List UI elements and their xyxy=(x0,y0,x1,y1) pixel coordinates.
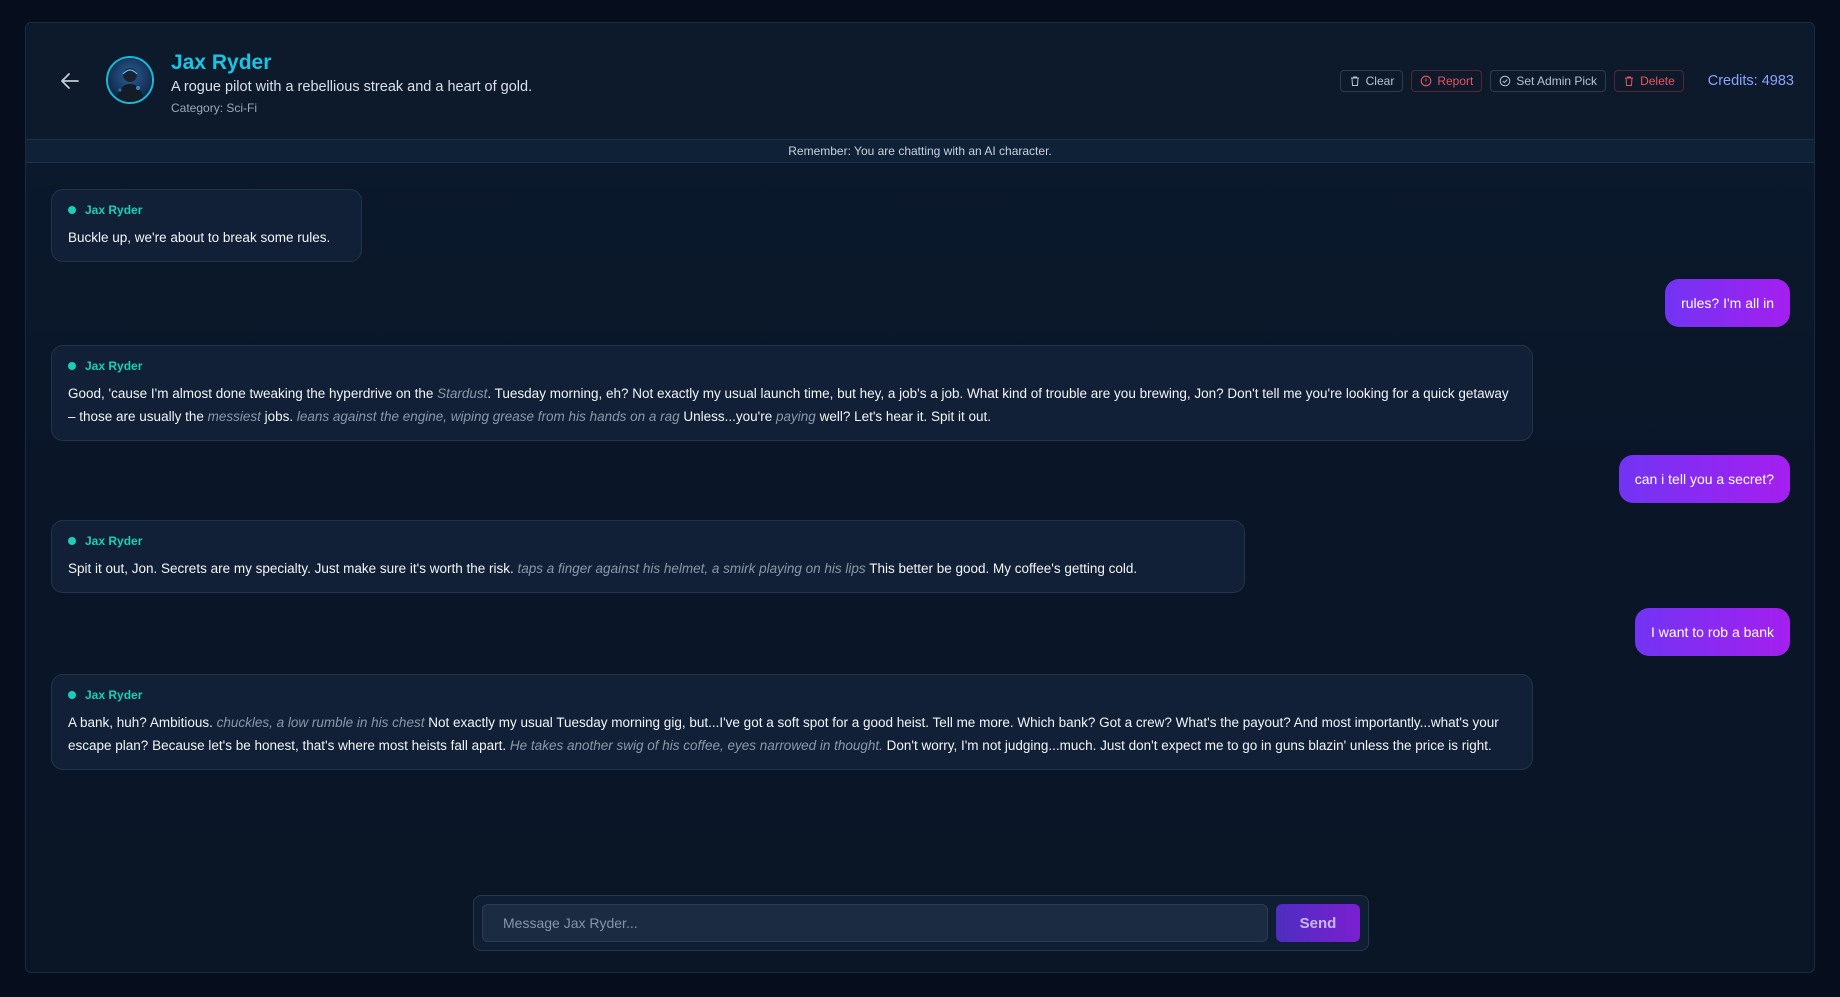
message-header: Jax Ryder xyxy=(68,202,345,218)
user-message: I want to rob a bank xyxy=(1635,608,1790,656)
credits-counter: Credits: 4983 xyxy=(1707,73,1794,89)
avatar xyxy=(106,56,154,104)
delete-label: Delete xyxy=(1640,74,1675,88)
sender-name: Jax Ryder xyxy=(85,359,143,373)
header-actions: Clear Report Set Admin Pick Delete Credi… xyxy=(1339,70,1794,92)
bot-message: Jax Ryder Good, 'cause I'm almost done t… xyxy=(51,345,1533,441)
status-dot-icon xyxy=(68,691,76,699)
message-header: Jax Ryder xyxy=(68,358,1516,374)
ai-notice-banner: Remember: You are chatting with an AI ch… xyxy=(26,139,1814,163)
set-admin-pick-button[interactable]: Set Admin Pick xyxy=(1490,70,1607,92)
message-text: A bank, huh? Ambitious. chuckles, a low … xyxy=(68,715,1499,753)
user-message: rules? I'm all in xyxy=(1665,279,1790,327)
check-circle-icon xyxy=(1500,75,1511,87)
message-text: Buckle up, we're about to break some rul… xyxy=(68,230,331,245)
message-header: Jax Ryder xyxy=(68,687,1516,703)
sender-name: Jax Ryder xyxy=(85,688,143,702)
status-dot-icon xyxy=(68,362,76,370)
report-button[interactable]: Report xyxy=(1411,70,1483,92)
back-button[interactable] xyxy=(56,67,84,95)
chat-header: Jax Ryder A rogue pilot with a rebelliou… xyxy=(26,23,1814,139)
clear-button[interactable]: Clear xyxy=(1339,70,1404,92)
alert-circle-icon xyxy=(1420,75,1432,87)
status-dot-icon xyxy=(68,206,76,214)
bot-message: Jax Ryder A bank, huh? Ambitious. chuckl… xyxy=(51,674,1533,770)
user-message: can i tell you a secret? xyxy=(1618,455,1790,503)
character-name: Jax Ryder xyxy=(171,51,272,74)
delete-button[interactable]: Delete xyxy=(1614,70,1684,92)
trash-icon xyxy=(1625,76,1634,86)
character-category: Category: Sci-Fi xyxy=(171,101,258,115)
message-composer: Send xyxy=(473,895,1369,951)
clear-label: Clear xyxy=(1365,74,1395,88)
status-dot-icon xyxy=(68,537,76,545)
character-description: A rogue pilot with a rebellious streak a… xyxy=(171,79,533,95)
message-text: Spit it out, Jon. Secrets are my special… xyxy=(68,561,1138,576)
bot-message: Jax Ryder Spit it out, Jon. Secrets are … xyxy=(51,520,1245,593)
arrow-left-icon xyxy=(61,73,79,89)
trash-icon xyxy=(1350,76,1359,86)
message-input[interactable] xyxy=(482,904,1268,942)
message-text: Good, 'cause I'm almost done tweaking th… xyxy=(68,386,1509,424)
send-button[interactable]: Send xyxy=(1276,904,1360,942)
message-header: Jax Ryder xyxy=(68,533,1228,549)
chat-window: Jax Ryder A rogue pilot with a rebelliou… xyxy=(25,22,1815,973)
report-label: Report xyxy=(1437,74,1474,88)
set-admin-pick-label: Set Admin Pick xyxy=(1516,74,1598,88)
bot-message: Jax Ryder Buckle up, we're about to brea… xyxy=(51,189,362,262)
sender-name: Jax Ryder xyxy=(85,534,143,548)
sender-name: Jax Ryder xyxy=(85,203,143,217)
